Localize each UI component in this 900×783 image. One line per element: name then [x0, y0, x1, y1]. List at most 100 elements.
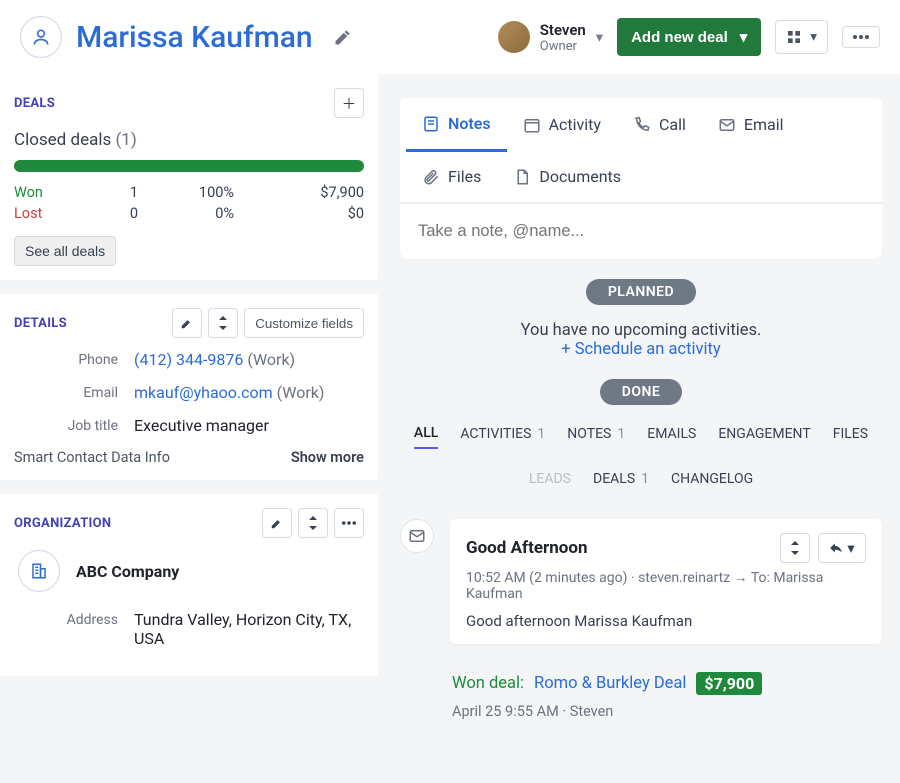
done-pill: DONE — [600, 379, 683, 405]
filter-activities[interactable]: ACTIVITIES 1 — [460, 425, 545, 449]
lost-amount: $0 — [274, 205, 364, 222]
filter-engagement[interactable]: ENGAGEMENT — [718, 425, 810, 449]
see-all-deals-button[interactable]: See all deals — [14, 236, 116, 266]
more-actions-button[interactable] — [842, 26, 880, 48]
timeline-email-item[interactable]: Good Afternoon ▾ 10:52 AM (2 minutes ago… — [450, 519, 882, 644]
edit-details-button[interactable] — [172, 308, 202, 338]
jobtitle-label: Job title — [14, 416, 134, 434]
edit-org-button[interactable] — [262, 508, 292, 538]
filter-leads[interactable]: LEADS — [529, 471, 571, 493]
tab-email-label: Email — [744, 115, 784, 134]
jobtitle-value: Executive manager — [134, 416, 364, 435]
email-label: Email — [14, 383, 134, 401]
note-icon — [422, 115, 440, 133]
org-more-button[interactable] — [334, 508, 364, 538]
tab-activity-label: Activity — [549, 115, 601, 134]
closed-deals-label: Closed deals — [14, 130, 111, 150]
deals-progress-bar — [14, 160, 364, 172]
edit-contact-icon[interactable] — [333, 27, 353, 47]
filter-deals-label: DEALS — [593, 471, 635, 487]
chevron-down-icon: ▾ — [596, 29, 603, 46]
filter-files[interactable]: FILES — [833, 425, 868, 449]
details-title: DETAILS — [14, 316, 67, 331]
document-icon — [513, 168, 531, 186]
deals-title: DEALS — [14, 96, 55, 111]
lost-count: 0 — [76, 205, 138, 222]
expand-email-button[interactable] — [780, 533, 810, 563]
view-mode-button[interactable]: ▾ — [775, 20, 828, 54]
timeline-deal-item: Won deal: Romo & Burkley Deal $7,900 — [452, 672, 882, 695]
tab-documents-label: Documents — [539, 167, 621, 186]
planned-empty-msg: You have no upcoming activities. — [400, 321, 882, 340]
filter-notes-count: 1 — [617, 426, 625, 442]
filter-notes[interactable]: NOTES 1 — [567, 425, 625, 449]
organization-panel: ORGANIZATION ABC Company — [0, 494, 378, 676]
owner-avatar — [498, 21, 530, 53]
tab-call-label: Call — [659, 115, 686, 134]
tab-call[interactable]: Call — [617, 98, 702, 151]
won-count: 1 — [76, 184, 138, 201]
show-more-button[interactable]: Show more — [291, 449, 364, 466]
won-deal-prefix: Won deal: — [452, 674, 524, 693]
mail-icon — [718, 116, 736, 134]
tab-files-label: Files — [448, 167, 481, 186]
reply-dropdown-button[interactable]: ▾ — [818, 533, 866, 563]
filter-activities-label: ACTIVITIES — [460, 426, 531, 442]
email-meta: 10:52 AM (2 minutes ago) · steven.reinar… — [466, 569, 866, 602]
org-name[interactable]: ABC Company — [76, 562, 179, 581]
phone-value[interactable]: (412) 344-9876 — [134, 350, 243, 369]
lost-pct: 0% — [138, 205, 274, 222]
tab-documents[interactable]: Documents — [497, 151, 637, 202]
closed-deals-count: (1) — [115, 130, 136, 150]
note-input[interactable] — [418, 222, 864, 241]
timeline-filters: ALL ACTIVITIES 1 NOTES 1 EMAILS ENGAGEME… — [400, 425, 882, 493]
tab-email[interactable]: Email — [702, 98, 800, 151]
phone-label: Phone — [14, 350, 134, 368]
filter-emails[interactable]: EMAILS — [647, 425, 696, 449]
reorder-details-button[interactable] — [208, 308, 238, 338]
planned-pill: PLANNED — [586, 279, 696, 305]
won-pct: 100% — [138, 184, 274, 201]
smart-contact-label: Smart Contact Data Info — [14, 449, 170, 466]
building-icon — [18, 550, 60, 592]
filter-all[interactable]: ALL — [414, 425, 438, 449]
address-label: Address — [14, 610, 134, 628]
filter-deals[interactable]: DEALS 1 — [593, 471, 649, 493]
tab-notes-label: Notes — [448, 114, 491, 133]
deals-lost-row: Lost 0 0% $0 — [14, 205, 364, 222]
deal-name-link[interactable]: Romo & Burkley Deal — [534, 674, 686, 693]
filter-notes-label: NOTES — [567, 426, 611, 442]
paperclip-icon — [422, 168, 440, 186]
tab-notes[interactable]: Notes — [406, 98, 507, 152]
tab-activity[interactable]: Activity — [507, 98, 617, 151]
org-title: ORGANIZATION — [14, 516, 111, 531]
email-subject: Good Afternoon — [466, 538, 588, 558]
deal-amount-badge: $7,900 — [696, 672, 762, 695]
details-panel: DETAILS Customize fields Phone (412) 344… — [0, 294, 378, 480]
owner-name: Steven — [540, 21, 586, 39]
lost-label: Lost — [14, 205, 76, 222]
add-deal-icon-button[interactable]: ＋ — [334, 88, 364, 118]
deal-subline: April 25 9:55 AM · Steven — [452, 703, 882, 720]
note-input-area[interactable] — [400, 203, 882, 259]
email-body: Good afternoon Marissa Kaufman — [466, 612, 866, 630]
owner-selector[interactable]: Steven Owner ▾ — [498, 21, 603, 54]
customize-fields-button[interactable]: Customize fields — [244, 308, 364, 338]
address-value[interactable]: Tundra Valley, Horizon City, TX, USA — [134, 610, 364, 648]
deals-won-row: Won 1 100% $7,900 — [14, 184, 364, 201]
add-new-deal-button[interactable]: Add new deal ▾ — [617, 18, 761, 56]
phone-type: (Work) — [247, 350, 295, 369]
reorder-org-button[interactable] — [298, 508, 328, 538]
filter-changelog[interactable]: CHANGELOG — [671, 471, 753, 493]
schedule-activity-link[interactable]: + Schedule an activity — [400, 340, 882, 359]
closed-deals-line: Closed deals (1) — [14, 130, 364, 150]
contact-name[interactable]: Marissa Kaufman — [76, 20, 313, 55]
email-value[interactable]: mkauf@yhaoo.com — [134, 383, 273, 402]
deals-panel: DEALS ＋ Closed deals (1) Won 1 100% $7,9… — [0, 74, 378, 280]
mail-icon — [400, 519, 434, 553]
owner-role: Owner — [540, 39, 586, 54]
phone-icon — [633, 116, 651, 134]
tab-files[interactable]: Files — [406, 151, 497, 202]
add-new-deal-label: Add new deal — [631, 29, 728, 46]
won-label: Won — [14, 184, 76, 201]
